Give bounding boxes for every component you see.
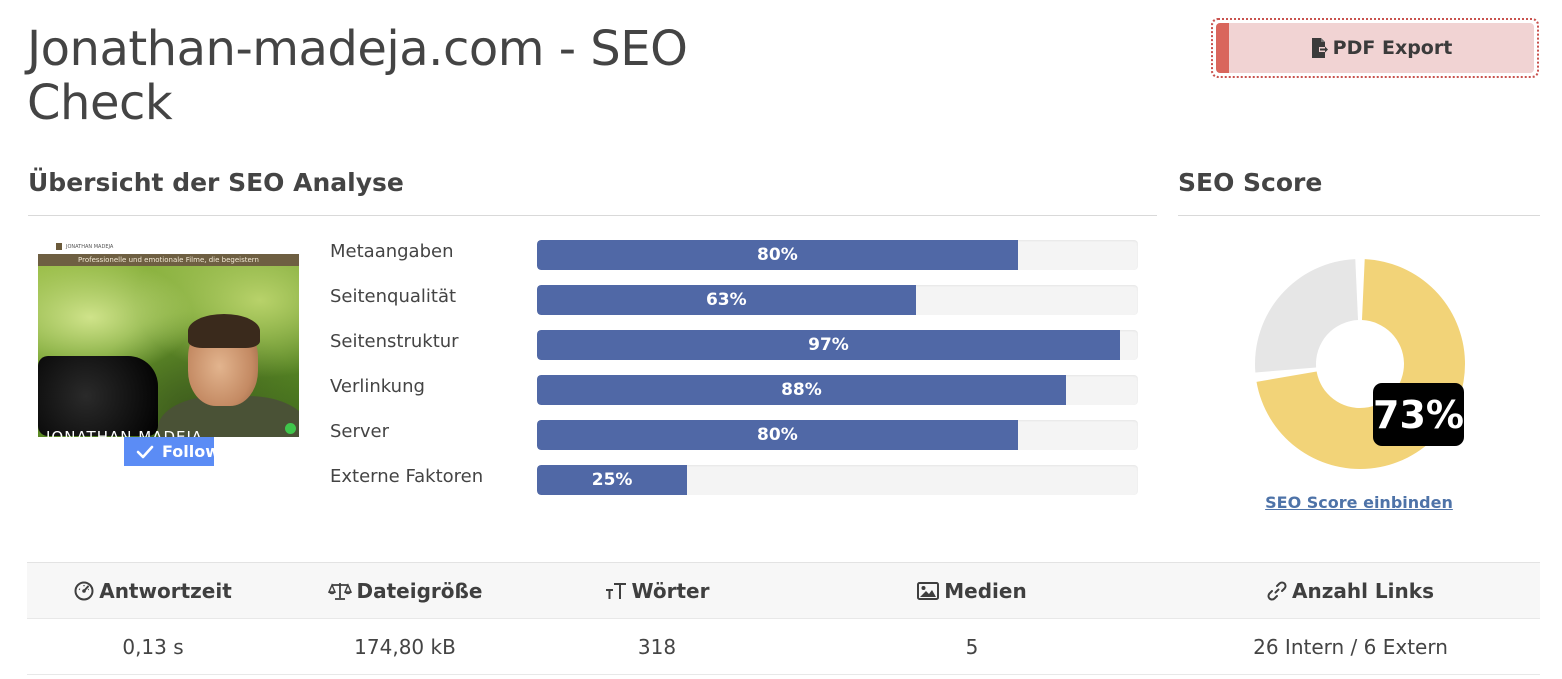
balance-scale-icon (327, 582, 352, 600)
metric-bar-fill: 25% (537, 465, 688, 495)
stats-header-cell: Anzahl Links (1161, 562, 1540, 619)
metric-bar-fill: 97% (537, 330, 1120, 360)
thumbnail-logo-text: JONATHAN MADEJA (66, 244, 114, 250)
stats-header-cell: Dateigröße (279, 562, 531, 619)
file-size-value: 174,80 kB (279, 618, 531, 675)
metric-value: 80% (757, 245, 798, 265)
metric-value: 80% (757, 425, 798, 445)
word-count-value: 318 (531, 618, 783, 675)
metric-bar-fill: 63% (537, 285, 916, 315)
stats-header-cell: Wörter (531, 562, 783, 619)
embed-score-link[interactable]: SEO Score einbinden (1178, 493, 1540, 512)
stats-header-label: Anzahl Links (1292, 578, 1434, 603)
metric-bar-track: 80% (537, 240, 1138, 270)
score-value-badge: 73% (1373, 383, 1464, 446)
overview-heading: Übersicht der SEO Analyse (28, 168, 404, 197)
metric-bar-track: 88% (537, 375, 1138, 405)
score-divider (1178, 215, 1540, 216)
speedometer-icon (74, 581, 94, 600)
stats-header-label: Medien (944, 578, 1027, 603)
follow-label: Follow (162, 442, 214, 461)
follow-button[interactable]: Follow (124, 437, 214, 466)
media-count-value: 5 (783, 618, 1161, 675)
metric-value: 63% (705, 290, 747, 310)
metric-label: Metaangaben (330, 241, 454, 262)
metric-value: 88% (781, 380, 822, 400)
metric-label: Verlinkung (330, 376, 425, 397)
metric-value: 25% (591, 470, 633, 490)
metric-bar-track: 63% (537, 285, 1138, 315)
checkmark-icon (136, 445, 154, 458)
stats-value-row: 0,13 s 174,80 kB 318 5 26 Intern / 6 Ext… (27, 618, 1540, 675)
metric-bar-fill: 88% (537, 375, 1066, 405)
metric-bar-track: 80% (537, 420, 1138, 450)
text-size-icon (605, 582, 626, 599)
page-stats-table: Antwortzeit Dateigröße Wörter Medien Anz… (27, 562, 1540, 675)
thumbnail-overlay-text: JONATHAN MADEJA (46, 428, 203, 437)
person-hair-shape (188, 314, 260, 348)
metric-label: Seitenstruktur (330, 331, 459, 352)
metric-label: Externe Faktoren (330, 466, 484, 487)
stats-header-cell: Medien (783, 562, 1161, 619)
stats-header-label: Wörter (631, 578, 710, 603)
thumbnail-banner: Professionelle und emotionale Filme, die… (38, 254, 299, 266)
thumbnail-photo (38, 266, 299, 437)
stats-header-row: Antwortzeit Dateigröße Wörter Medien Anz… (27, 562, 1540, 619)
pdf-export-label: PDF Export (1332, 37, 1453, 59)
metric-bar-fill: 80% (537, 240, 1018, 270)
score-heading: SEO Score (1178, 168, 1323, 197)
metric-label: Seitenqualität (330, 286, 457, 307)
link-count-value: 26 Intern / 6 Extern (1161, 618, 1540, 675)
whatsapp-icon (285, 423, 296, 434)
stats-header-label: Dateigröße (356, 578, 483, 603)
file-export-icon (1311, 38, 1328, 58)
metric-label: Server (330, 421, 390, 442)
thumbnail-site-header: JONATHAN MADEJA (38, 240, 299, 254)
camera-shape (38, 356, 158, 436)
pdf-export-button[interactable]: PDF Export (1211, 18, 1539, 78)
response-time-value: 0,13 s (27, 618, 279, 675)
metric-bar-track: 97% (537, 330, 1138, 360)
stats-header-cell: Antwortzeit (27, 562, 279, 619)
link-icon (1267, 580, 1287, 601)
stats-header-label: Antwortzeit (99, 578, 232, 603)
metric-bar-track: 25% (537, 465, 1138, 495)
remaining-segment (1255, 259, 1359, 373)
overview-divider (28, 215, 1157, 216)
website-thumbnail: JONATHAN MADEJA Professionelle und emoti… (38, 240, 299, 437)
site-logo (56, 243, 62, 250)
metric-value: 97% (808, 335, 849, 355)
image-icon (917, 581, 940, 600)
page-title: Jonathan-madeja.com - SEO Check (27, 21, 688, 131)
metric-bar-fill: 80% (537, 420, 1018, 450)
